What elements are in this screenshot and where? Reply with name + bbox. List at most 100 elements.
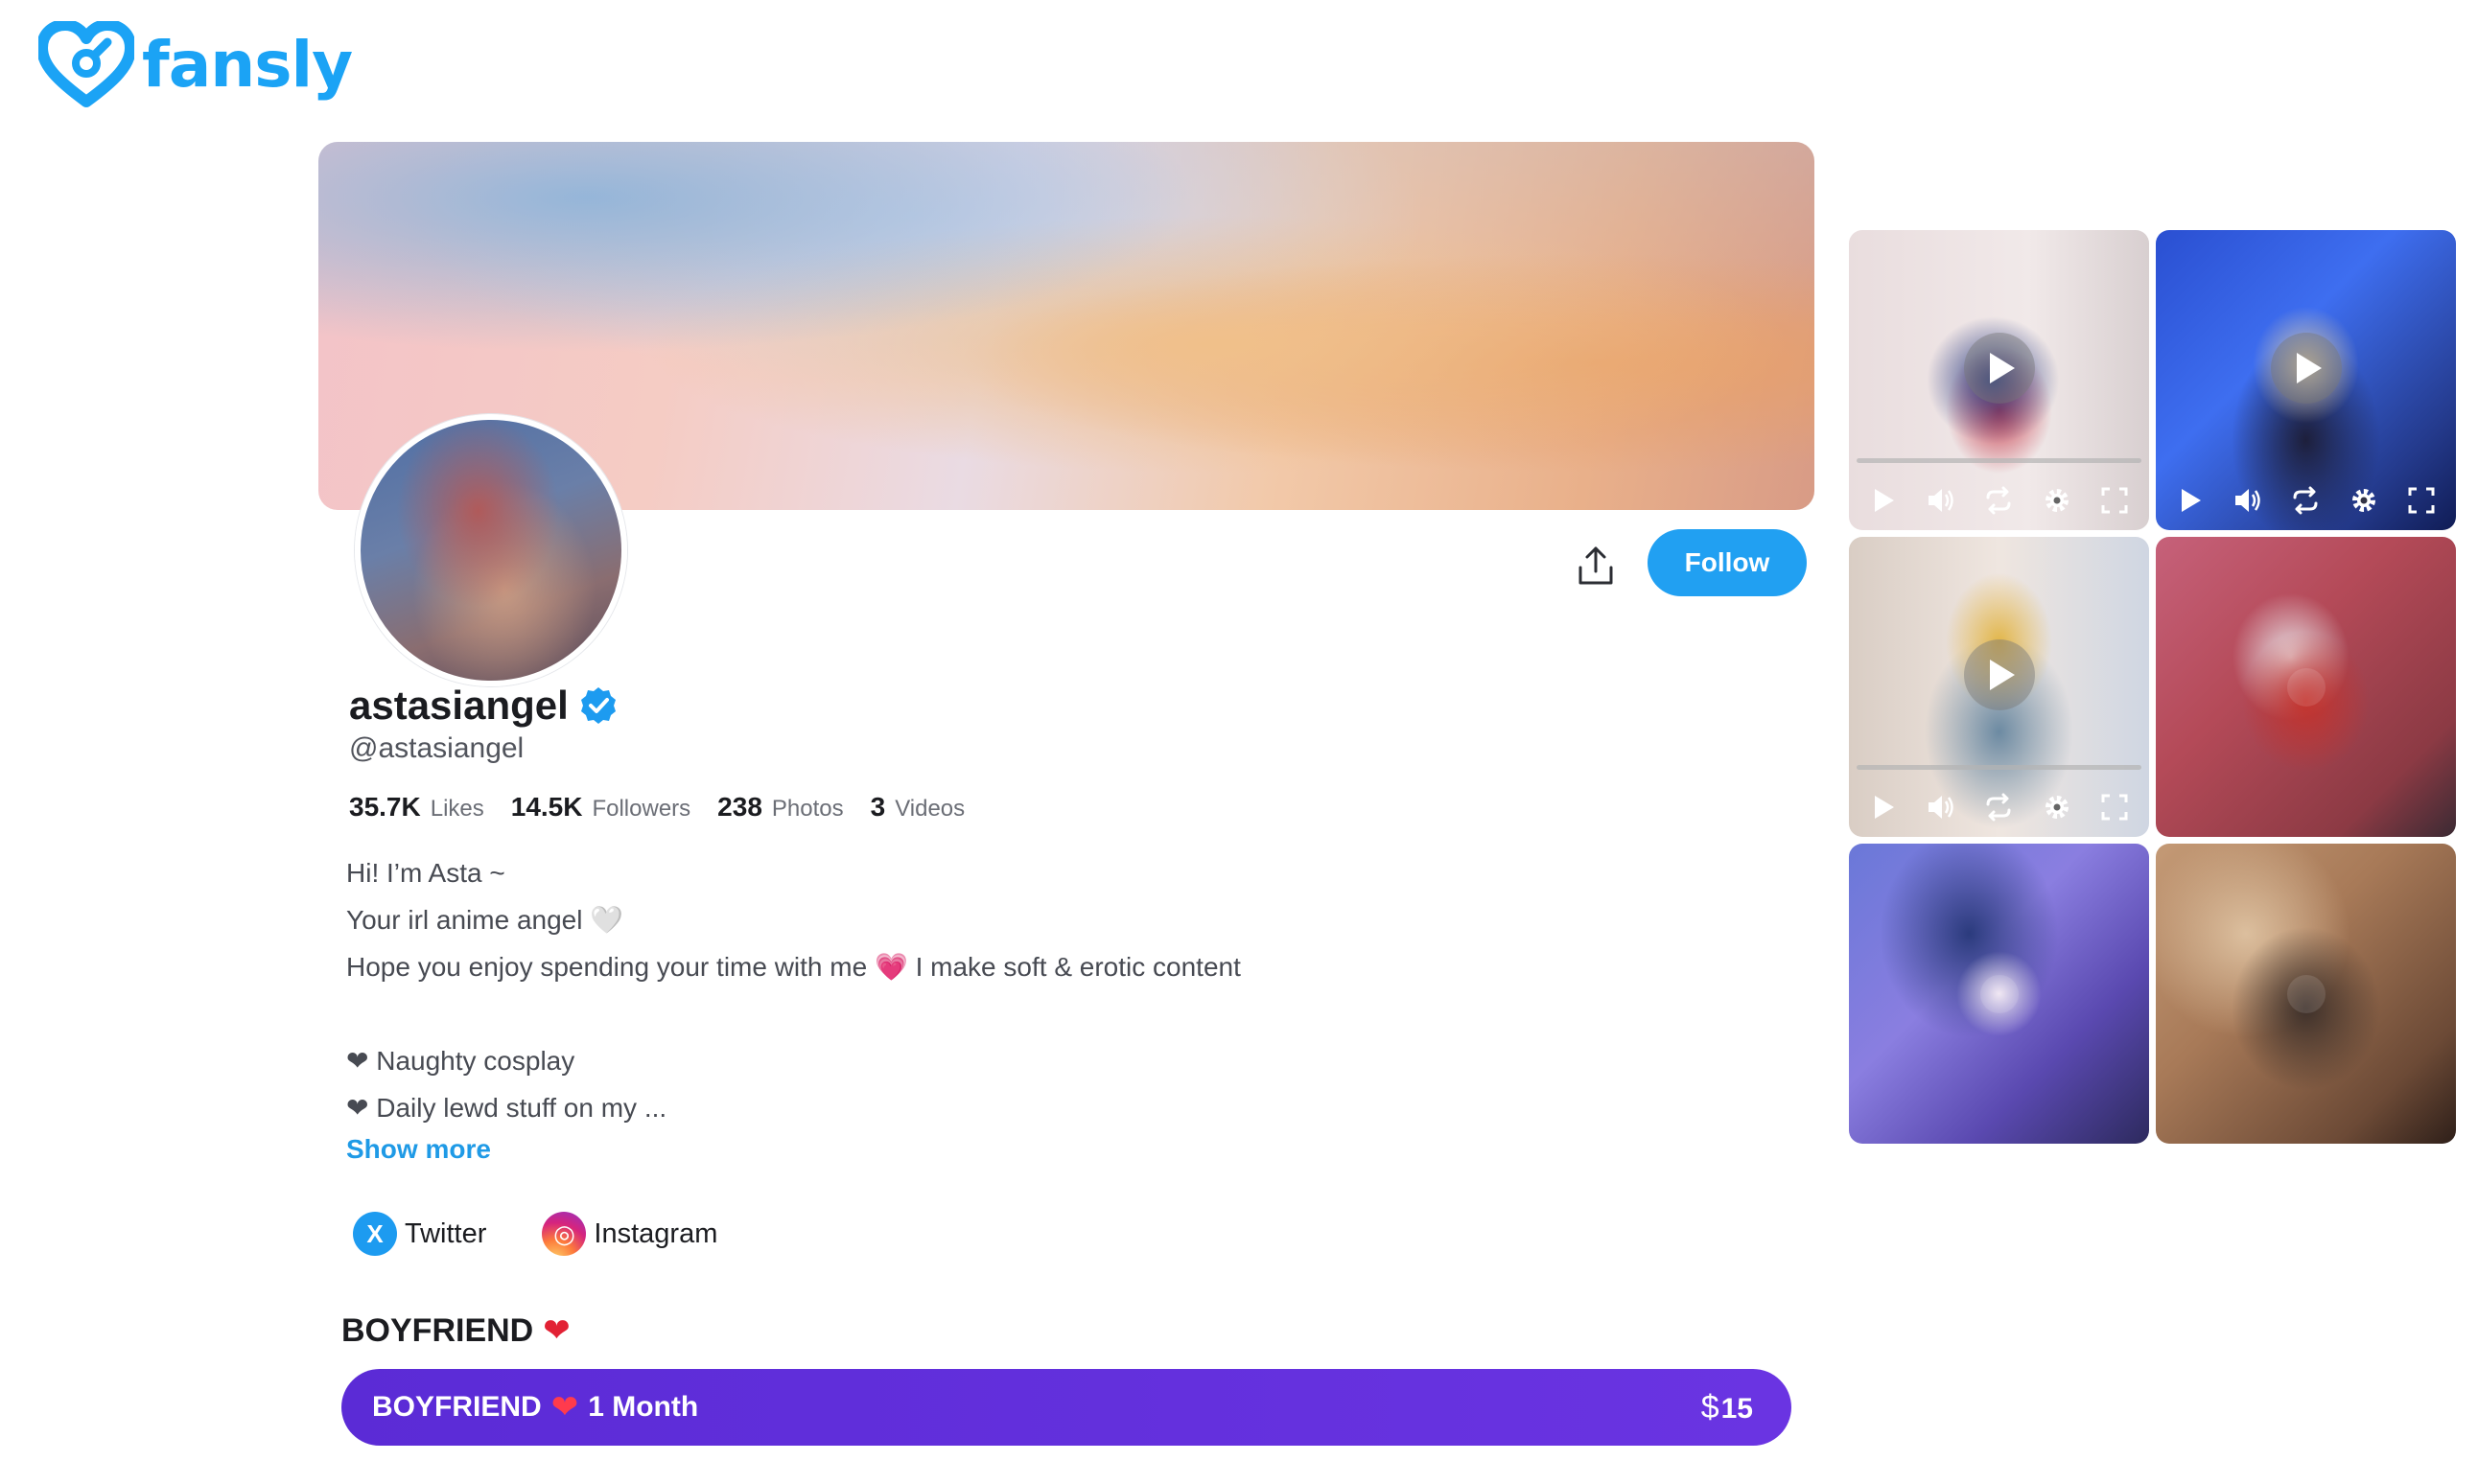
media-tile-video[interactable]	[1849, 230, 2149, 530]
media-tile-image[interactable]	[2156, 844, 2456, 1144]
stat-label: Followers	[592, 796, 691, 822]
play-overlay-button[interactable]	[1963, 638, 2035, 710]
display-name-row: astasiangel	[349, 683, 619, 729]
stat-followers: 14.5K Followers	[511, 792, 690, 823]
social-label: Instagram	[594, 1217, 718, 1249]
loop-button[interactable]	[1980, 482, 2017, 519]
stat-photos[interactable]: 238 Photos	[717, 792, 843, 823]
volume-icon	[1929, 796, 1954, 819]
gear-icon	[2045, 796, 2069, 819]
video-controls	[2156, 471, 2456, 530]
show-more-link[interactable]: Show more	[346, 1134, 491, 1165]
heart-icon: ❤	[550, 1389, 579, 1426]
price-value: 15	[1720, 1392, 1753, 1425]
tier-heading-text: BOYFRIEND	[341, 1311, 534, 1349]
bio: Hi! I’m Asta ~ Your irl anime angel 🤍 Ho…	[346, 849, 1241, 1131]
fullscreen-button[interactable]	[2096, 789, 2133, 825]
play-overlay-button[interactable]	[2270, 332, 2342, 404]
bio-line: Your irl anime angel 🤍	[346, 905, 624, 935]
media-tile-image[interactable]	[2156, 537, 2456, 837]
gear-icon	[2045, 489, 2069, 512]
video-progress-bar[interactable]	[1857, 458, 2141, 463]
bio-line	[346, 990, 1241, 1037]
display-name: astasiangel	[349, 683, 569, 728]
avatar[interactable]	[355, 414, 627, 686]
settings-button[interactable]	[2039, 789, 2075, 825]
tier-label: BOYFRIEND ❤ 1 Month	[372, 1388, 698, 1426]
loop-icon	[1986, 793, 2011, 822]
gear-icon	[2351, 489, 2375, 512]
tier-name: BOYFRIEND	[372, 1391, 542, 1423]
fullscreen-button[interactable]	[2096, 482, 2133, 519]
fullscreen-icon	[2408, 487, 2435, 514]
tier-heading: BOYFRIEND ❤	[341, 1311, 571, 1350]
share-button[interactable]	[1563, 533, 1628, 598]
fullscreen-button[interactable]	[2403, 482, 2440, 519]
volume-button[interactable]	[2230, 482, 2266, 519]
tier-duration: 1 Month	[588, 1391, 699, 1423]
bio-line: Hope you enjoy spending your time with m…	[346, 952, 1241, 982]
stat-value: 3	[870, 792, 886, 822]
volume-icon	[1929, 489, 1954, 512]
stat-likes: 35.7K Likes	[349, 792, 484, 823]
play-icon	[1989, 659, 2015, 690]
volume-button[interactable]	[1923, 789, 1959, 825]
subscribe-tier-button[interactable]: BOYFRIEND ❤ 1 Month $15	[341, 1369, 1791, 1446]
stat-value: 35.7K	[349, 792, 421, 822]
x-icon: X	[353, 1212, 397, 1256]
settings-button[interactable]	[2039, 482, 2075, 519]
volume-button[interactable]	[1923, 482, 1959, 519]
loop-icon	[1986, 486, 2011, 515]
loop-icon	[2293, 486, 2318, 515]
play-icon	[1875, 489, 1895, 512]
media-tile-image[interactable]	[1849, 844, 2149, 1144]
social-links: X Twitter ◎ Instagram	[353, 1212, 773, 1256]
play-icon	[1875, 796, 1895, 819]
media-tile-video[interactable]	[1849, 537, 2149, 837]
settings-button[interactable]	[2346, 482, 2382, 519]
play-icon	[2296, 352, 2322, 383]
loop-button[interactable]	[1980, 789, 2017, 825]
stat-label: Likes	[430, 796, 484, 822]
social-link-twitter[interactable]: X Twitter	[353, 1212, 486, 1256]
handle: @astasiangel	[349, 732, 525, 764]
fullscreen-icon	[2101, 487, 2128, 514]
play-button[interactable]	[2172, 482, 2209, 519]
heart-icon: ❤	[543, 1312, 571, 1349]
instagram-icon: ◎	[542, 1212, 587, 1256]
media-tile-video[interactable]	[2156, 230, 2456, 530]
video-progress-bar[interactable]	[1857, 765, 2141, 770]
fansly-logo[interactable]: fansly	[38, 21, 353, 107]
profile-stats: 35.7K Likes 14.5K Followers 238 Photos 3 Vid…	[349, 792, 992, 823]
video-controls	[1849, 777, 2149, 837]
play-icon	[1989, 352, 2015, 383]
media-grid	[1849, 230, 2456, 1144]
brand-name: fansly	[142, 27, 353, 102]
play-icon	[2182, 489, 2202, 512]
tier-price: $15	[1701, 1389, 1753, 1426]
stat-label: Videos	[895, 796, 966, 822]
bio-line: ❤ Daily lewd stuff on my ...	[346, 1093, 667, 1123]
currency-symbol: $	[1700, 1388, 1719, 1426]
stat-value: 14.5K	[510, 792, 583, 822]
volume-icon	[2235, 489, 2261, 512]
locked-content-icon	[2286, 667, 2326, 707]
video-controls	[1849, 471, 2149, 530]
social-link-instagram[interactable]: ◎ Instagram	[542, 1212, 717, 1256]
locked-content-icon	[2286, 974, 2326, 1013]
bio-line: ❤ Naughty cosplay	[346, 1046, 575, 1076]
stat-label: Photos	[771, 796, 844, 822]
stat-value: 238	[717, 792, 762, 822]
stat-videos[interactable]: 3 Videos	[871, 792, 966, 823]
bio-line: Hi! I’m Asta ~	[346, 858, 505, 888]
loop-button[interactable]	[2287, 482, 2324, 519]
play-button[interactable]	[1865, 482, 1902, 519]
fullscreen-icon	[2101, 794, 2128, 821]
share-icon	[1578, 546, 1613, 585]
heart-logo-icon	[38, 21, 134, 107]
play-overlay-button[interactable]	[1963, 332, 2035, 404]
social-label: Twitter	[405, 1217, 487, 1249]
follow-button[interactable]: Follow	[1648, 529, 1807, 596]
play-button[interactable]	[1865, 789, 1902, 825]
verified-badge-icon	[580, 687, 616, 724]
